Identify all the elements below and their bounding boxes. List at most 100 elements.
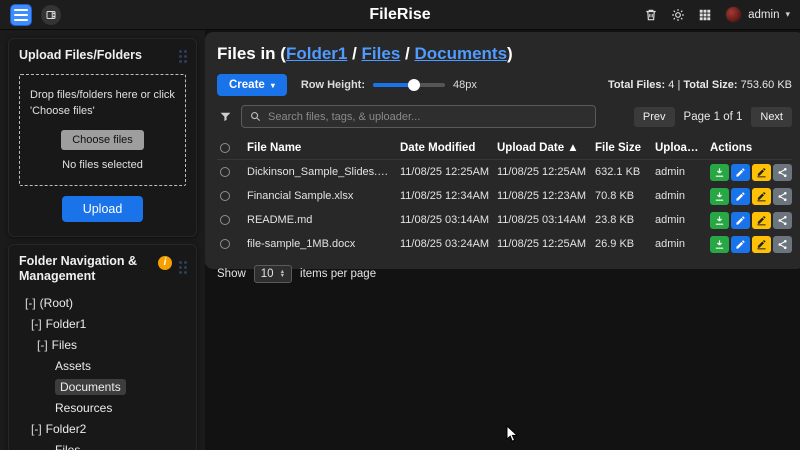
uploader-cell: admin — [655, 214, 710, 226]
tree-expander[interactable]: [-] — [31, 422, 42, 436]
tree-expander[interactable]: [-] — [31, 317, 42, 331]
totals-summary: Total Files: 4 | Total Size: 753.60 KB — [608, 79, 792, 91]
file-size-cell: 632.1 KB — [595, 166, 655, 178]
tree-item[interactable]: Documents — [19, 377, 186, 398]
upload-date-cell: 11/08/25 12:25AM — [497, 166, 595, 178]
row-actions — [710, 212, 792, 229]
tree-label[interactable]: Files — [52, 338, 77, 352]
row-height-value: 48px — [453, 79, 477, 91]
breadcrumb-link-files[interactable]: Files — [362, 44, 401, 63]
tree-label[interactable]: Folder1 — [46, 317, 87, 331]
slider-thumb[interactable] — [408, 79, 420, 91]
theme-sun-icon[interactable] — [671, 8, 685, 22]
tree-label[interactable]: Files — [55, 443, 80, 450]
breadcrumb-prefix: Files in ( — [217, 44, 286, 63]
tree-label[interactable]: Documents — [55, 379, 126, 395]
info-icon[interactable]: i — [158, 256, 172, 270]
tree-expander[interactable]: [-] — [37, 338, 48, 352]
column-upload-date[interactable]: Upload Date ▲ — [497, 142, 595, 154]
share-button[interactable] — [773, 212, 792, 229]
view-toggle-button[interactable] — [41, 5, 61, 25]
rename-button[interactable] — [752, 212, 771, 229]
edit-button[interactable] — [731, 164, 750, 181]
download-button[interactable] — [710, 236, 729, 253]
file-name-cell[interactable]: README.md — [247, 214, 400, 226]
upload-button[interactable]: Upload — [62, 196, 144, 222]
tree-label[interactable]: Folder2 — [46, 422, 87, 436]
uploader-cell: admin — [655, 238, 710, 250]
tree-label[interactable]: (Root) — [40, 296, 73, 310]
tree-item[interactable]: [-] Files — [19, 335, 186, 356]
download-button[interactable] — [710, 164, 729, 181]
upload-dropzone[interactable]: Drop files/folders here or click 'Choose… — [19, 74, 186, 186]
tree-expander[interactable]: [-] — [25, 296, 36, 310]
column-file-name[interactable]: File Name — [247, 142, 400, 154]
column-file-size[interactable]: File Size — [595, 142, 655, 154]
file-size-cell: 70.8 KB — [595, 190, 655, 202]
main-area: Files in (Folder1 / Files / Documents) C… — [205, 30, 800, 450]
download-icon — [714, 191, 725, 202]
tree-label[interactable]: Assets — [55, 359, 91, 373]
row-checkbox[interactable] — [220, 167, 230, 177]
tree-item[interactable]: Resources — [19, 398, 186, 419]
dropzone-text: Drop files/folders here or click 'Choose… — [30, 87, 175, 120]
choose-files-button[interactable]: Choose files — [61, 130, 144, 150]
rename-button[interactable] — [752, 164, 771, 181]
share-button[interactable] — [773, 164, 792, 181]
edit-button[interactable] — [731, 212, 750, 229]
edit-button[interactable] — [731, 236, 750, 253]
row-checkbox[interactable] — [220, 239, 230, 249]
folder-card-title: Folder Navigation & Management — [19, 254, 149, 285]
edit-button[interactable] — [731, 188, 750, 205]
pencil-icon — [735, 239, 746, 250]
row-checkbox[interactable] — [220, 191, 230, 201]
download-button[interactable] — [710, 188, 729, 205]
folder-card: Folder Navigation & Management i [-] (Ro… — [8, 244, 197, 450]
search-input[interactable] — [268, 111, 587, 123]
breadcrumb-link-folder1[interactable]: Folder1 — [286, 44, 347, 63]
row-checkbox[interactable] — [220, 215, 230, 225]
column-date-modified[interactable]: Date Modified — [400, 142, 497, 154]
tree-item[interactable]: [-] Folder1 — [19, 314, 186, 335]
filter-icon[interactable] — [219, 110, 232, 123]
breadcrumb-suffix: ) — [507, 44, 513, 63]
sidebar: Upload Files/Folders Drop files/folders … — [0, 30, 205, 450]
file-name-cell[interactable]: Dickinson_Sample_Slides.pptx — [247, 166, 400, 178]
table-footer: Show 10 ▲▼ items per page — [217, 265, 792, 283]
next-page-button[interactable]: Next — [751, 107, 792, 127]
date-modified-cell: 11/08/25 03:24AM — [400, 238, 497, 250]
breadcrumb-link-documents[interactable]: Documents — [414, 44, 507, 63]
tree-item[interactable]: Assets — [19, 356, 186, 377]
drag-handle-icon[interactable] — [179, 50, 182, 53]
download-button[interactable] — [710, 212, 729, 229]
file-name-cell[interactable]: Financial Sample.xlsx — [247, 190, 400, 202]
top-bar: FileRise admin ▾ — [0, 0, 800, 30]
table-row: Financial Sample.xlsx 11/08/25 12:34AM 1… — [217, 184, 792, 208]
menu-button[interactable] — [10, 4, 32, 26]
row-height-slider[interactable] — [373, 79, 445, 91]
share-button[interactable] — [773, 236, 792, 253]
drag-handle-icon[interactable] — [179, 261, 182, 264]
chevron-down-icon: ▾ — [271, 81, 275, 90]
share-icon — [777, 167, 788, 178]
pen-icon — [756, 167, 767, 178]
rename-button[interactable] — [752, 236, 771, 253]
tree-item[interactable]: [-] (Root) — [19, 293, 186, 314]
column-uploader[interactable]: Uploader — [655, 142, 710, 154]
file-name-cell[interactable]: file-sample_1MB.docx — [247, 238, 400, 250]
user-menu[interactable]: admin ▾ — [725, 6, 790, 23]
trash-icon[interactable] — [644, 8, 658, 22]
tree-item[interactable]: [-] Folder2 — [19, 419, 186, 440]
select-all-checkbox[interactable] — [220, 143, 230, 153]
prev-page-button[interactable]: Prev — [634, 107, 675, 127]
share-button[interactable] — [773, 188, 792, 205]
create-button[interactable]: Create ▾ — [217, 74, 287, 96]
download-icon — [714, 167, 725, 178]
rename-button[interactable] — [752, 188, 771, 205]
page-size-select[interactable]: 10 ▲▼ — [254, 265, 292, 283]
file-table-body: Dickinson_Sample_Slides.pptx 11/08/25 12… — [217, 160, 792, 256]
row-actions — [710, 236, 792, 253]
apps-grid-icon[interactable] — [698, 8, 712, 22]
tree-item[interactable]: Files — [19, 440, 186, 450]
tree-label[interactable]: Resources — [55, 401, 112, 415]
